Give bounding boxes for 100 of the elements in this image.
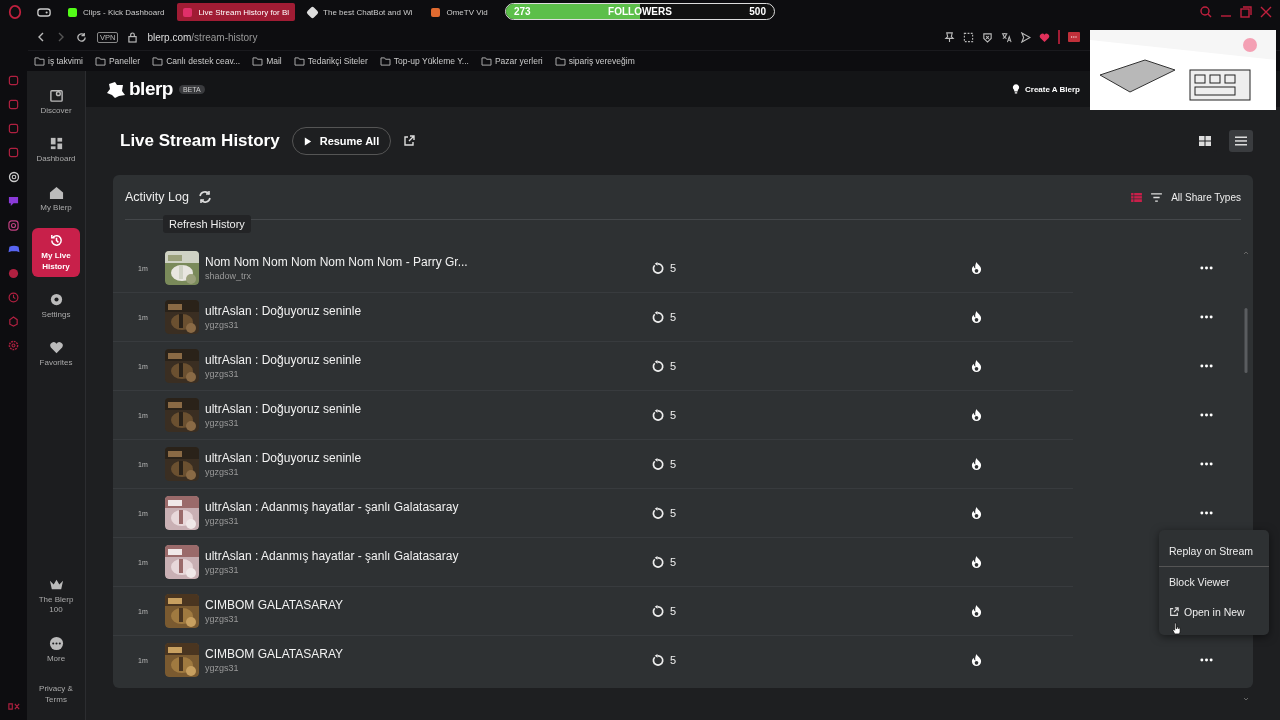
sound-title[interactable]: CIMBOM GALATASARAY (205, 598, 645, 612)
pin-icon[interactable] (944, 31, 955, 43)
username[interactable]: ygzgs31 (205, 467, 645, 477)
clock-icon[interactable] (8, 292, 19, 303)
bookmark-folder[interactable]: Pazar yerleri (480, 56, 543, 66)
more-options-icon[interactable] (1200, 315, 1213, 319)
nav-item[interactable]: Privacy & Terms (32, 679, 80, 710)
folder-icon (554, 56, 566, 66)
folder-icon (293, 56, 305, 66)
bookmark-folder[interactable]: Tedarikçi Siteler (293, 56, 368, 66)
sound-title[interactable]: ultrAslan : Adanmış hayatlar - şanlı Galatasaray (205, 500, 645, 514)
reload-icon[interactable] (76, 31, 87, 43)
refresh-icon[interactable] (197, 190, 212, 204)
browser-logo-icon[interactable] (8, 5, 22, 19)
sound-title[interactable]: ultrAslan : Adanmış hayatlar - şanlı Galatasaray (205, 549, 645, 563)
back-icon[interactable] (36, 32, 46, 42)
more-options-icon[interactable] (1200, 511, 1213, 515)
sidebar-app-icon[interactable] (8, 147, 19, 158)
address-field[interactable]: blerp.com/stream-history (147, 31, 258, 43)
username[interactable]: ygzgs31 (205, 369, 645, 379)
replay-count: 5 (670, 654, 677, 666)
bookmark-folder[interactable]: Mail (252, 56, 282, 66)
nav-item[interactable]: Settings (32, 286, 80, 326)
search-icon[interactable] (1200, 6, 1212, 18)
nav-item[interactable]: More (32, 630, 80, 670)
flame-icon[interactable] (971, 506, 982, 520)
more-options-icon[interactable] (1200, 658, 1213, 662)
nav-item[interactable]: The Blerp 100 (32, 572, 80, 621)
sound-title[interactable]: CIMBOM GALATASARAY (205, 647, 645, 661)
snapshot-icon[interactable] (963, 31, 974, 43)
nav-item[interactable]: My Blerp (32, 179, 80, 219)
shield-icon[interactable] (982, 31, 993, 43)
sidebar-app-icon[interactable] (8, 123, 19, 134)
bookmark-folder[interactable]: sipariş vereveğim (554, 56, 635, 66)
more-options-icon[interactable] (1200, 364, 1213, 368)
logo-icon (106, 80, 126, 98)
filter-icon[interactable] (1151, 192, 1163, 202)
sidebar-app-icon[interactable] (8, 75, 19, 86)
sound-title[interactable]: Nom Nom Nom Nom Nom Nom Nom - Parry Gr... (205, 255, 645, 269)
bookmark-folder[interactable]: Top-up Yükleme Y... (379, 56, 469, 66)
replay-count: 5 (670, 360, 677, 372)
bookmark-folder[interactable]: Canlı destek ceav... (152, 56, 241, 66)
sound-title[interactable]: ultrAslan : Doğuyoruz seninle (205, 353, 645, 367)
nav-item[interactable]: Dashboard (32, 131, 80, 170)
flame-icon[interactable] (971, 604, 982, 618)
forward-icon[interactable] (56, 32, 66, 42)
more-options-icon[interactable] (1200, 266, 1213, 270)
settings-icon[interactable] (8, 340, 19, 351)
list-view-button[interactable] (1229, 130, 1253, 152)
external-link-icon[interactable] (403, 135, 416, 147)
browser-tab[interactable]: Clips - Kick Dashboard (62, 3, 171, 21)
flame-icon[interactable] (971, 408, 982, 422)
more-options-icon[interactable] (1200, 462, 1213, 466)
username[interactable]: ygzgs31 (205, 320, 645, 330)
extension-icon[interactable] (1068, 31, 1080, 43)
flame-icon[interactable] (971, 653, 982, 667)
flame-icon[interactable] (971, 261, 982, 275)
translate-icon[interactable] (1001, 31, 1012, 43)
favicon-icon (306, 5, 319, 19)
browser-tab[interactable]: Live Stream History for Bl (177, 3, 296, 21)
nav-item[interactable]: Favorites (32, 335, 80, 374)
send-icon[interactable] (1020, 31, 1031, 43)
flame-icon[interactable] (971, 457, 982, 471)
more-options-icon[interactable] (1200, 413, 1213, 417)
restore-icon[interactable] (1240, 6, 1252, 18)
nav-item[interactable]: My Live History (32, 228, 80, 277)
lock-icon (128, 31, 138, 43)
flame-icon[interactable] (971, 359, 982, 373)
bookmark-folder[interactable]: iş takvimi (34, 56, 83, 66)
browser-tab[interactable]: OmeTV Vid (425, 3, 494, 21)
chat-bubble-icon[interactable] (8, 196, 19, 207)
favicon-icon (183, 7, 193, 17)
sound-title[interactable]: ultrAslan : Doğuyoruz seninle (205, 304, 645, 318)
menu-item[interactable]: Replay on Stream (1159, 536, 1269, 566)
create-link[interactable]: Create A Blerp (1012, 84, 1080, 94)
gx-logo-icon[interactable] (7, 703, 20, 710)
folder-icon (252, 56, 264, 66)
username[interactable]: shadow_trx (205, 271, 645, 281)
close-icon[interactable] (1260, 6, 1272, 18)
menu-item[interactable]: Open in New (1159, 597, 1269, 627)
username[interactable]: ygzgs31 (205, 516, 645, 526)
sound-title[interactable]: ultrAslan : Doğuyoruz seninle (205, 451, 645, 465)
replay-icon (651, 408, 664, 422)
username[interactable]: ygzgs31 (205, 418, 645, 428)
logo-text[interactable]: blerp (129, 78, 173, 100)
sidebar-app-icon[interactable] (8, 99, 19, 110)
flame-icon[interactable] (971, 310, 982, 324)
menu-item[interactable]: Block Viewer (1159, 567, 1269, 597)
browser-tab[interactable]: The best ChatBot and Wi (302, 3, 419, 21)
bookmark-folder[interactable]: Paneller (94, 56, 141, 66)
username[interactable]: ygzgs31 (205, 614, 645, 624)
share-type-filter[interactable]: All Share Types (1171, 191, 1241, 203)
username[interactable]: ygzgs31 (205, 565, 645, 575)
folder-icon (480, 56, 492, 66)
heart-icon[interactable] (1039, 31, 1050, 43)
sound-title[interactable]: ultrAslan : Doğuyoruz seninle (205, 402, 645, 416)
flame-icon[interactable] (971, 555, 982, 569)
username[interactable]: ygzgs31 (205, 663, 645, 673)
nav-item[interactable]: Discover (32, 83, 80, 122)
camera-icon[interactable] (8, 220, 19, 231)
